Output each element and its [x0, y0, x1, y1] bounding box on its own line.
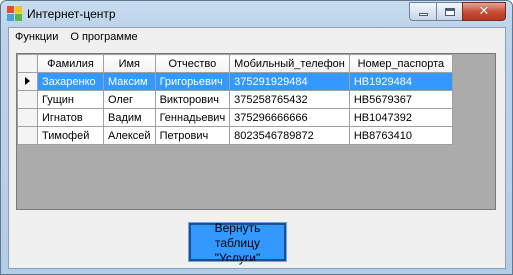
cell-phone[interactable]: 8023546789872	[229, 126, 350, 145]
close-icon: ✕	[478, 4, 490, 19]
table-row[interactable]: Игнатов Вадим Геннадьевич 375296666666 H…	[17, 108, 453, 127]
data-table: Фамилия Имя Отчество Мобильный_телефон Н…	[17, 54, 453, 145]
cell-name[interactable]: Олег	[103, 90, 156, 109]
corner-header[interactable]	[17, 54, 38, 73]
cell-passport[interactable]: HB8763410	[348, 126, 453, 145]
window-title: Интернет-центр	[27, 7, 116, 21]
cell-surname[interactable]: Гущин	[37, 90, 104, 109]
column-header-surname[interactable]: Фамилия	[37, 54, 104, 73]
column-header-name[interactable]: Имя	[103, 54, 156, 73]
cell-patronymic[interactable]: Григорьевич	[154, 72, 231, 91]
title-bar[interactable]: Интернет-центр ✕	[1, 1, 512, 27]
maximize-button[interactable]	[436, 2, 462, 21]
table-row[interactable]: Захаренко Максим Григорьевич 37529192948…	[17, 72, 453, 91]
column-header-passport[interactable]: Номер_паспорта	[348, 54, 453, 73]
cell-passport[interactable]: HB1929484	[348, 72, 453, 91]
cell-name[interactable]: Вадим	[103, 108, 156, 127]
data-grid[interactable]: Фамилия Имя Отчество Мобильный_телефон Н…	[16, 53, 496, 210]
cell-patronymic[interactable]: Викторович	[154, 90, 231, 109]
menu-functions[interactable]: Функции	[9, 28, 64, 48]
column-header-patronymic[interactable]: Отчество	[154, 54, 231, 73]
menu-bar: Функции О программе	[9, 28, 505, 48]
cell-surname[interactable]: Игнатов	[37, 108, 104, 127]
cell-phone[interactable]: 375291929484	[229, 72, 350, 91]
cell-phone[interactable]: 375296666666	[229, 108, 350, 127]
caption-buttons: ✕	[409, 2, 506, 21]
client-area: Функции О программе Фамилия Имя Отчество…	[8, 27, 506, 269]
app-window: Интернет-центр ✕ Функции О программе Фам…	[0, 0, 513, 275]
row-header[interactable]	[17, 108, 38, 127]
close-button[interactable]: ✕	[462, 2, 506, 21]
cell-surname[interactable]: Захаренко	[37, 72, 104, 91]
minimize-button[interactable]	[409, 2, 436, 21]
row-header[interactable]	[17, 90, 38, 109]
app-icon	[7, 6, 23, 22]
menu-about[interactable]: О программе	[64, 28, 143, 48]
table-row[interactable]: Гущин Олег Викторович 375258765432 HB567…	[17, 90, 453, 109]
cell-phone[interactable]: 375258765432	[229, 90, 350, 109]
cell-patronymic[interactable]: Петрович	[154, 126, 231, 145]
cell-patronymic[interactable]: Геннадьевич	[154, 108, 231, 127]
minimize-icon	[418, 13, 428, 16]
current-row-arrow-icon	[25, 76, 30, 85]
button-label-line1: Вернуть таблицу	[214, 221, 261, 250]
cell-name[interactable]: Максим	[103, 72, 156, 91]
cell-passport[interactable]: HB1047392	[348, 108, 453, 127]
maximize-icon	[444, 7, 455, 16]
column-header-phone[interactable]: Мобильный_телефон	[229, 54, 350, 73]
row-header[interactable]	[17, 72, 38, 91]
header-row: Фамилия Имя Отчество Мобильный_телефон Н…	[17, 54, 453, 73]
button-label-line2: "Услуги"	[214, 251, 261, 265]
cell-passport[interactable]: HB5679367	[348, 90, 453, 109]
cell-surname[interactable]: Тимофей	[37, 126, 104, 145]
row-header[interactable]	[17, 126, 38, 145]
return-services-table-button[interactable]: Вернуть таблицу "Услуги"	[188, 221, 287, 265]
table-row[interactable]: Тимофей Алексей Петрович 8023546789872 H…	[17, 126, 453, 145]
cell-name[interactable]: Алексей	[103, 126, 156, 145]
